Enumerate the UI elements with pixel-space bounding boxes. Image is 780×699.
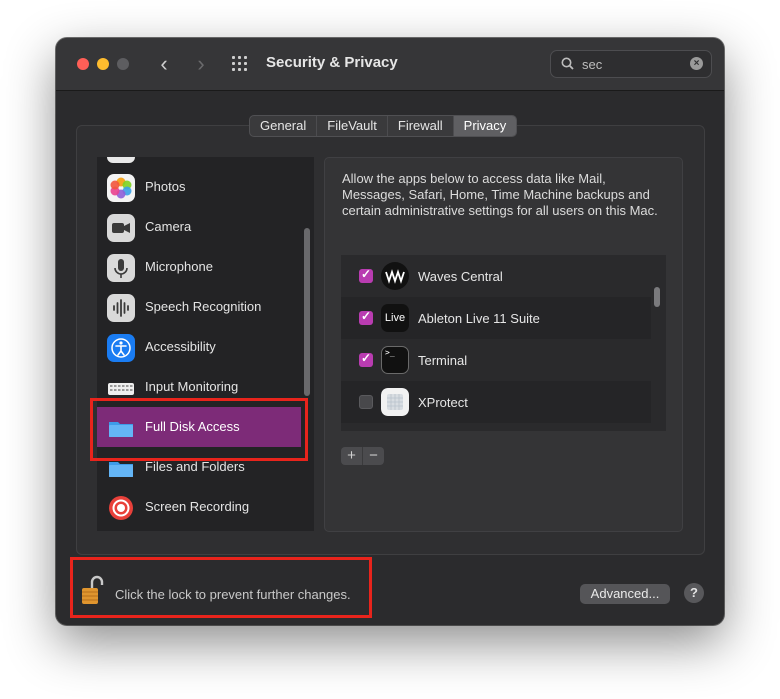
show-all-grid-icon[interactable]	[232, 56, 250, 72]
ableton-live-icon: Live	[381, 304, 409, 332]
category-microphone[interactable]: Microphone	[97, 247, 301, 287]
category-label: Accessibility	[145, 339, 216, 354]
app-list[interactable]: Waves Central Live Ableton Live 11 Suite…	[341, 255, 666, 431]
remove-app-button[interactable]: −	[363, 447, 384, 465]
app-list-scrollbar[interactable]	[654, 287, 660, 307]
help-button[interactable]: ?	[684, 583, 704, 603]
category-label: Input Monitoring	[145, 379, 239, 394]
tab-bar: General FileVault Firewall Privacy	[249, 115, 518, 137]
window-title: Security & Privacy	[266, 54, 398, 71]
minimize-window-button[interactable]	[97, 58, 109, 70]
advanced-button[interactable]: Advanced...	[580, 584, 670, 604]
add-remove-controls: + −	[341, 447, 384, 465]
forward-button[interactable]: ›	[189, 51, 213, 77]
app-row-xprotect[interactable]: XProtect	[341, 381, 651, 423]
app-checkbox[interactable]	[359, 267, 373, 283]
add-app-button[interactable]: +	[341, 447, 363, 465]
speech-recognition-icon	[107, 294, 135, 322]
zoom-window-button[interactable]	[117, 58, 129, 70]
privacy-category-list[interactable]: Photos Camera Microphone Speech Recognit…	[97, 157, 314, 531]
highlight-lock-area	[70, 557, 372, 618]
app-row-waves-central[interactable]: Waves Central	[341, 255, 651, 297]
app-name: Terminal	[418, 353, 468, 368]
app-permission-panel: Allow the apps below to access data like…	[324, 157, 683, 532]
app-checkbox[interactable]	[359, 309, 373, 325]
search-input[interactable]: sec	[582, 57, 602, 72]
clear-search-icon[interactable]: ×	[690, 57, 703, 70]
app-checkbox[interactable]	[359, 351, 373, 367]
highlight-full-disk-access	[90, 398, 308, 461]
tab-general[interactable]: General	[250, 116, 318, 136]
app-row-ableton-live[interactable]: Live Ableton Live 11 Suite	[341, 297, 651, 339]
back-button[interactable]: ‹	[152, 51, 176, 77]
waves-icon	[381, 262, 409, 290]
app-name: Ableton Live 11 Suite	[418, 311, 540, 326]
app-checkbox[interactable]	[359, 395, 373, 409]
close-window-button[interactable]	[77, 58, 89, 70]
tab-privacy[interactable]: Privacy	[453, 116, 517, 136]
category-camera[interactable]: Camera	[97, 207, 301, 247]
category-accessibility[interactable]: Accessibility	[97, 327, 301, 367]
search-icon	[561, 57, 574, 70]
tab-filevault[interactable]: FileVault	[317, 116, 388, 136]
app-name: Waves Central	[418, 269, 503, 284]
search-field[interactable]: sec ×	[550, 50, 712, 78]
category-label: Files and Folders	[145, 459, 245, 474]
category-screen-recording[interactable]: Screen Recording	[97, 487, 301, 527]
category-label: Photos	[145, 179, 186, 194]
microphone-icon	[107, 254, 135, 282]
category-label: Microphone	[145, 259, 213, 274]
tab-firewall[interactable]: Firewall	[388, 116, 454, 136]
app-row-terminal[interactable]: >_ Terminal	[341, 339, 651, 381]
title-bar: ‹ › Security & Privacy sec ×	[56, 38, 724, 91]
category-label: Screen Recording	[145, 499, 250, 514]
category-label: Camera	[145, 219, 192, 234]
screen-recording-icon	[109, 496, 133, 520]
permission-description: Allow the apps below to access data like…	[342, 171, 658, 218]
category-label: Speech Recognition	[145, 299, 262, 314]
camera-icon	[107, 214, 135, 242]
security-privacy-window: ‹ › Security & Privacy sec × General Fil…	[56, 38, 724, 625]
app-name: XProtect	[418, 395, 468, 410]
accessibility-icon	[107, 334, 135, 362]
category-list-scrollbar[interactable]	[304, 228, 310, 396]
category-speech-recognition[interactable]: Speech Recognition	[97, 287, 301, 327]
category-photos[interactable]: Photos	[97, 167, 301, 207]
photos-icon	[107, 174, 135, 202]
xprotect-icon	[381, 388, 409, 416]
partial-list-icon	[107, 157, 135, 163]
terminal-icon: >_	[381, 346, 409, 374]
